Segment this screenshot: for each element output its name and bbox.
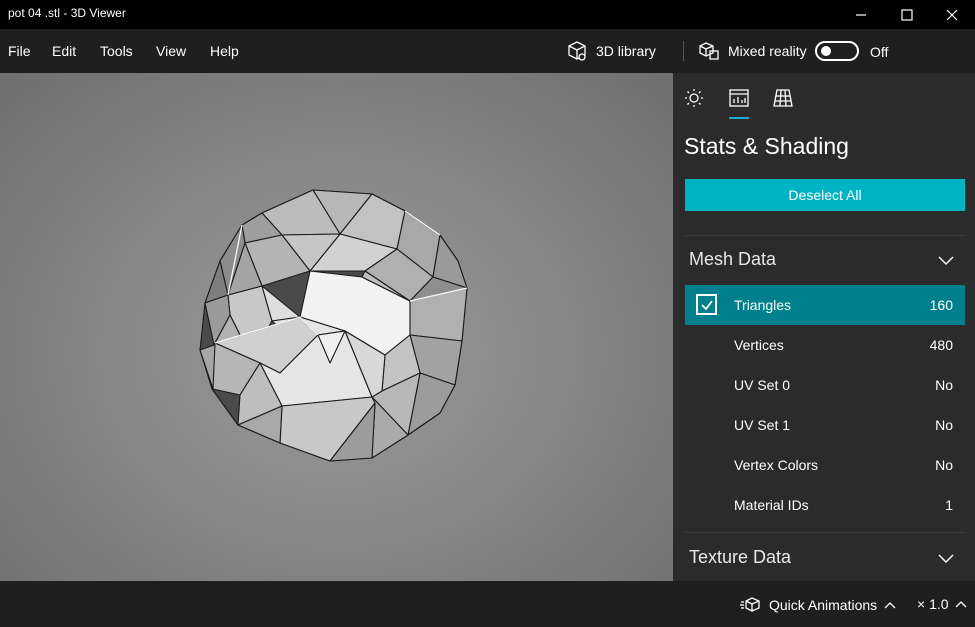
stats-icon [729,89,749,107]
chevron-up-icon [884,602,896,609]
active-tab-indicator [729,117,749,119]
animation-icon [740,597,760,612]
maximize-button[interactable] [884,0,930,29]
tab-grid[interactable] [772,87,794,109]
3d-viewport[interactable] [0,73,673,581]
3d-model[interactable] [0,73,673,581]
lighting-icon [685,89,703,107]
speed-label: × 1.0 [917,596,949,612]
maximize-icon [901,8,913,21]
tab-stats[interactable] [728,87,750,109]
mesh-data-header[interactable]: Mesh Data [689,249,776,270]
chevron-up-icon [955,601,966,608]
mesh-row-vertex-colors[interactable]: Vertex Colors No [685,445,965,485]
chevron-down-icon [938,256,954,265]
section-divider [685,235,965,236]
row-value: No [935,377,953,393]
texture-data-chevron[interactable] [937,551,955,569]
cube-icon [568,41,586,61]
menu-help[interactable]: Help [210,43,239,59]
3d-library-button[interactable]: 3D library [566,39,656,63]
mesh-data-chevron[interactable] [937,253,955,271]
row-label: Vertices [734,337,784,353]
menu-view[interactable]: View [156,43,186,59]
row-value: No [935,417,953,433]
triangles-checkbox[interactable] [696,294,717,315]
row-label: UV Set 1 [734,417,791,433]
checkmark-icon [700,299,713,310]
deselect-all-button[interactable]: Deselect All [685,179,965,211]
title-bar: pot 04 .stl - 3D Viewer [0,0,975,29]
row-value: 1 [945,497,953,513]
row-label: Vertex Colors [734,457,819,473]
chevron-down-icon [938,554,954,563]
mesh-row-uv-set-0[interactable]: UV Set 0 No [685,365,965,405]
row-label: Material IDs [734,497,809,513]
menu-bar: File Edit Tools View Help 3D library Mix… [0,29,975,73]
mesh-row-material-ids[interactable]: Material IDs 1 [685,485,965,525]
menu-edit[interactable]: Edit [52,43,76,59]
mixed-reality-state: Off [870,44,889,60]
close-button[interactable] [929,0,975,29]
toggle-knob [821,46,831,56]
minimize-icon [856,13,866,16]
quick-animations-label: Quick Animations [769,597,878,613]
quick-animations-button[interactable]: Quick Animations [740,596,896,614]
3d-library-label: 3D library [596,43,656,59]
mixed-reality-toggle[interactable] [815,41,859,61]
mixed-reality-button[interactable]: Mixed reality [698,39,807,63]
menu-tools[interactable]: Tools [100,43,133,59]
close-icon [946,9,958,20]
row-value: No [935,457,953,473]
texture-data-header[interactable]: Texture Data [689,547,791,568]
mesh-row-uv-set-1[interactable]: UV Set 1 No [685,405,965,445]
row-value: 160 [929,297,953,313]
row-label: Triangles [734,297,792,313]
row-value: 480 [929,337,953,353]
mesh-row-vertices[interactable]: Vertices 480 [685,325,965,365]
mixed-reality-icon [699,42,719,60]
menu-file[interactable]: File [8,43,31,59]
speed-control[interactable]: × 1.0 [917,596,967,612]
tab-lighting[interactable] [683,87,705,109]
mixed-reality-label: Mixed reality [728,43,807,59]
window-title: pot 04 .stl - 3D Viewer [8,6,126,20]
panel-title: Stats & Shading [684,133,849,159]
menu-divider [683,41,684,61]
row-label: UV Set 0 [734,377,791,393]
status-bar: Quick Animations × 1.0 [0,581,975,627]
minimize-button[interactable] [838,0,884,29]
grid-icon [773,89,793,107]
mesh-row-triangles[interactable]: Triangles 160 [685,285,965,325]
stats-panel: Stats & Shading Deselect All Mesh Data T… [673,73,975,581]
section-divider [685,532,965,533]
